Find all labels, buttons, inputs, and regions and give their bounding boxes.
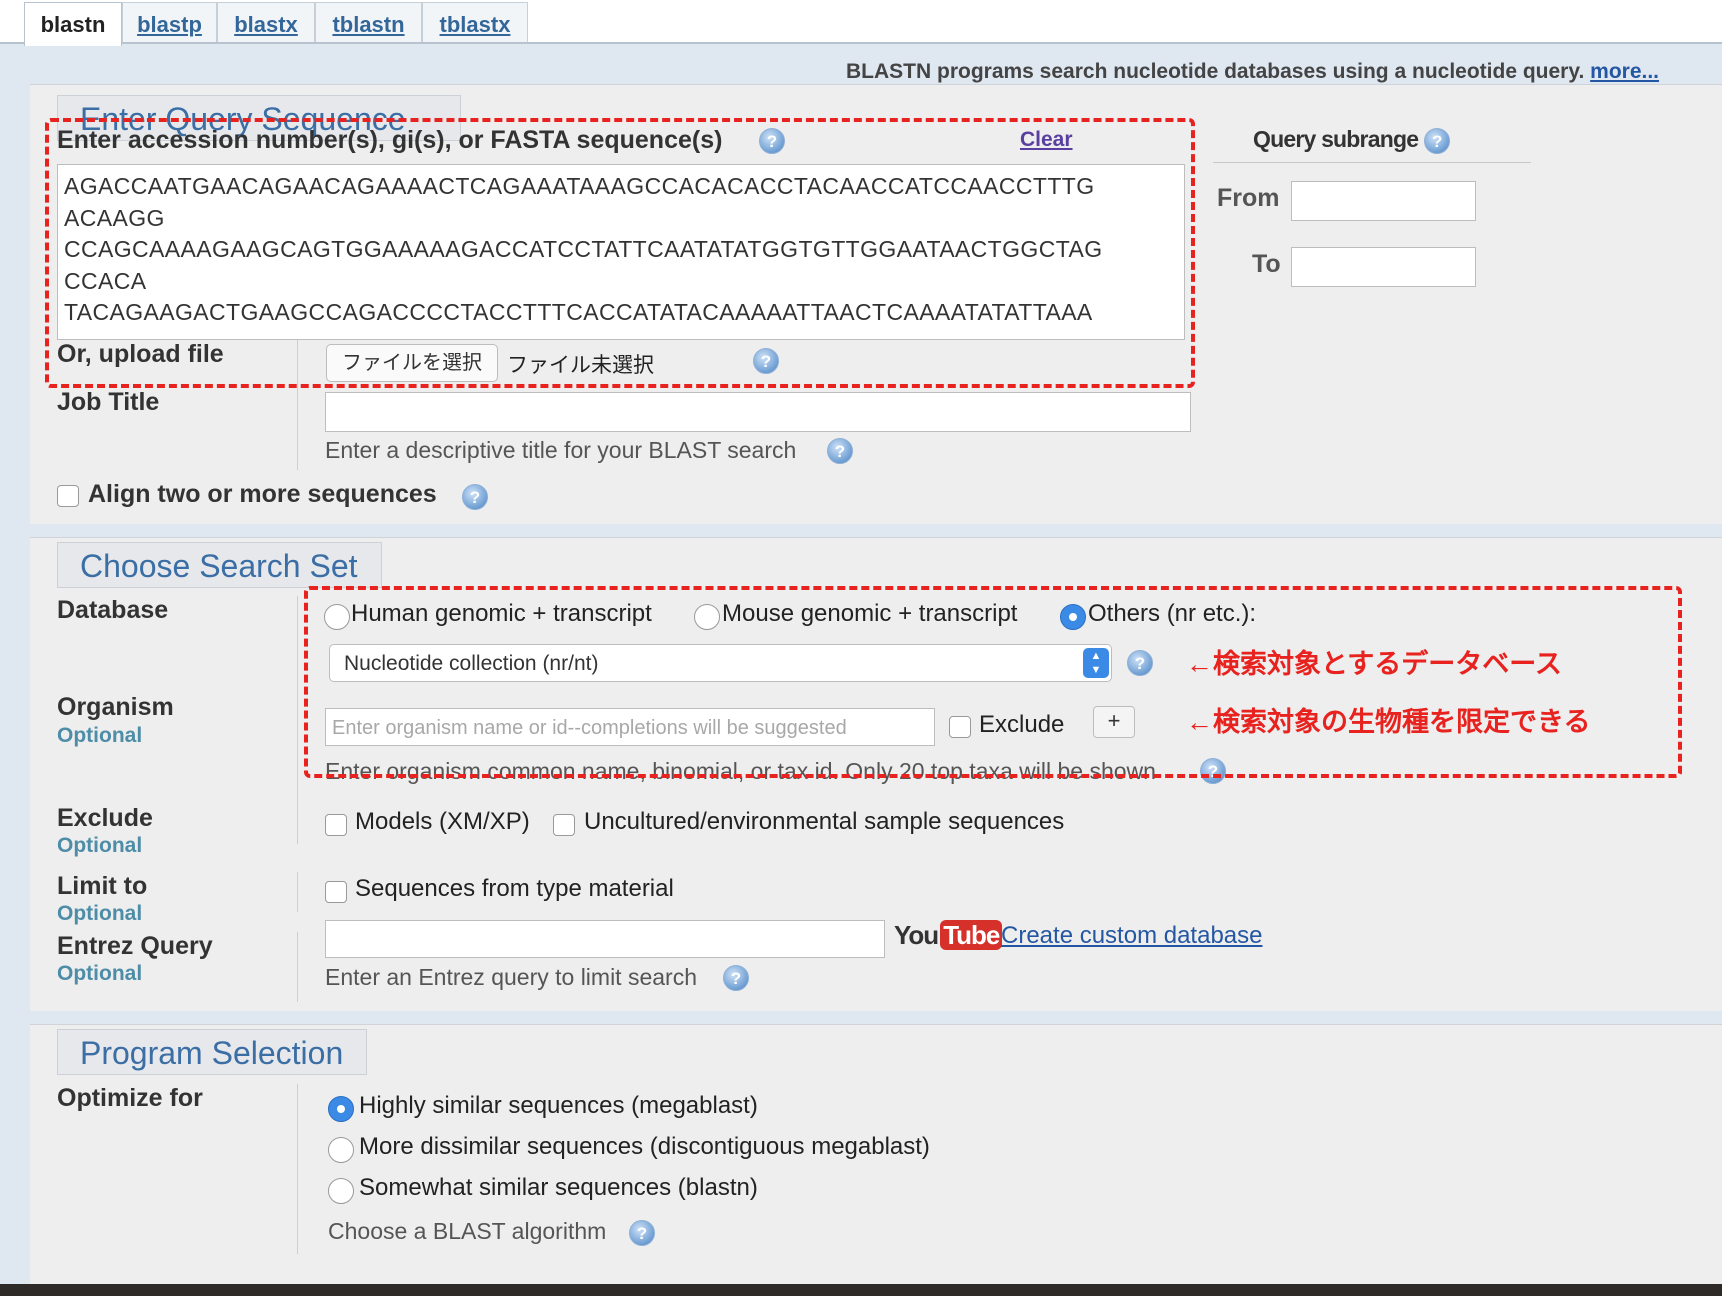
create-custom-database-link[interactable]: Create custom database: [1001, 922, 1262, 950]
subrange-divider: [1213, 162, 1531, 163]
divider: [297, 932, 298, 1002]
entrez-label: Entrez Query: [57, 932, 213, 960]
query-highlight-box: [45, 118, 1195, 388]
organism-optional: Optional: [57, 724, 143, 747]
description-text: BLASTN programs search nucleotide databa…: [846, 60, 1585, 83]
divider: [297, 596, 298, 836]
job-title-hint: Enter a descriptive title for your BLAST…: [325, 437, 797, 463]
program-option-blastn: Somewhat similar sequences (blastn): [359, 1174, 758, 1201]
program-radio-blastn[interactable]: [328, 1178, 354, 1204]
organism-label: Organism: [57, 693, 174, 721]
exclude-models-label: Models (XM/XP): [355, 808, 530, 835]
organism-annotation: ←検索対象の生物種を限定できる: [1186, 707, 1591, 737]
divider: [297, 872, 298, 912]
tab-tblastn[interactable]: tblastn: [315, 2, 422, 44]
help-question-icon[interactable]: ?: [827, 438, 853, 464]
align-checkbox[interactable]: [57, 485, 79, 507]
divider: [297, 804, 298, 844]
job-title-label: Job Title: [57, 388, 160, 416]
more-link[interactable]: more...: [1590, 60, 1659, 83]
subrange-title: Query subrange ?: [1253, 126, 1450, 154]
from-input[interactable]: [1291, 181, 1476, 221]
window-bottom-edge: [0, 1284, 1722, 1296]
blastn-description: BLASTN programs search nucleotide databa…: [846, 60, 1659, 84]
from-label: From: [1217, 184, 1280, 212]
program-option-dc-megablast: More dissimilar sequences (discontiguous…: [359, 1133, 930, 1160]
program-tab-bar: blastn blastp blastx tblastn tblastx: [0, 0, 1722, 46]
search-set-highlight-box: [304, 586, 1682, 778]
program-radio-megablast[interactable]: [328, 1096, 354, 1122]
youtube-you: You: [894, 920, 939, 950]
tab-blastp[interactable]: blastp: [122, 2, 217, 44]
tab-blastn[interactable]: blastn: [24, 2, 122, 46]
exclude-uncultured-label: Uncultured/environmental sample sequence…: [584, 808, 1065, 835]
limit-type-label: Sequences from type material: [355, 875, 674, 902]
exclude-optional: Optional: [57, 834, 143, 857]
help-question-icon[interactable]: ?: [723, 965, 749, 991]
help-question-icon[interactable]: ?: [462, 484, 488, 510]
subrange-title-text: Query subrange: [1253, 126, 1419, 152]
job-title-input[interactable]: [325, 392, 1191, 432]
exclude-models-checkbox[interactable]: [325, 814, 347, 836]
program-option-megablast: Highly similar sequences (megablast): [359, 1092, 758, 1119]
blast-form: Enter Query Sequence BLASTN programs sea…: [0, 44, 1722, 1296]
limit-type-checkbox[interactable]: [325, 881, 347, 903]
youtube-tube: Tube: [940, 920, 1003, 950]
align-label: Align two or more sequences: [88, 480, 437, 508]
youtube-logo[interactable]: You Tube: [894, 920, 1003, 956]
limit-optional: Optional: [57, 902, 143, 925]
help-question-icon[interactable]: ?: [1423, 127, 1450, 154]
to-input[interactable]: [1291, 247, 1476, 287]
entrez-optional: Optional: [57, 962, 143, 985]
exclude-label: Exclude: [57, 804, 153, 832]
to-label: To: [1252, 250, 1281, 278]
search-set-title: Choose Search Set: [57, 542, 382, 588]
limit-label: Limit to: [57, 872, 148, 900]
divider: [297, 1084, 298, 1254]
tab-blastx[interactable]: blastx: [217, 2, 315, 44]
entrez-hint: Enter an Entrez query to limit search: [325, 964, 697, 990]
program-section-title: Program Selection: [57, 1029, 367, 1075]
tab-tblastx[interactable]: tblastx: [422, 2, 528, 44]
optimize-label: Optimize for: [57, 1084, 203, 1112]
program-hint: Choose a BLAST algorithm: [328, 1218, 607, 1244]
exclude-uncultured-checkbox[interactable]: [553, 814, 575, 836]
database-annotation: ←検索対象とするデータベース: [1186, 649, 1562, 679]
database-label: Database: [57, 596, 169, 624]
program-radio-dc-megablast[interactable]: [328, 1137, 354, 1163]
help-question-icon[interactable]: ?: [629, 1220, 655, 1246]
entrez-query-input[interactable]: [325, 920, 885, 958]
